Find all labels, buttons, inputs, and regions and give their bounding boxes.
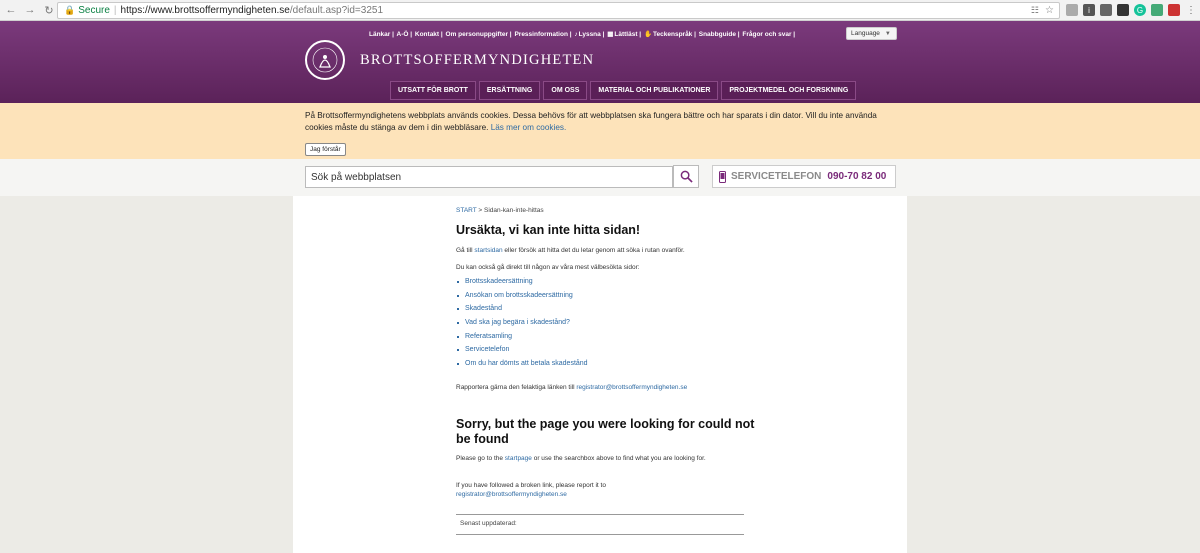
toplink-kontakt[interactable]: Kontakt | xyxy=(415,31,443,38)
intro-text: Gå till xyxy=(456,247,475,254)
breadcrumb: START > Sidan-kan-inte-hittas xyxy=(456,207,544,214)
registrator-email-link-en[interactable]: registrator@brottsoffermyndigheten.se xyxy=(456,491,567,498)
list-item[interactable]: Vad ska jag begära i skadestånd? xyxy=(457,319,588,333)
url-path: /default.asp?id=3251 xyxy=(289,5,384,16)
cookie-banner: På Brottsoffermyndighetens webbplats anv… xyxy=(0,103,1200,159)
list-item[interactable]: Om du har dömts att betala skadestånd xyxy=(457,360,588,374)
search-button[interactable] xyxy=(673,165,699,188)
language-dropdown[interactable]: Language ▼ xyxy=(846,27,897,40)
list-item[interactable]: Brottsskadeersättning xyxy=(457,278,588,292)
toplink-lankar[interactable]: Länkar | xyxy=(369,31,394,38)
list-item[interactable]: Referatsamling xyxy=(457,333,588,347)
toplink-teckensprak[interactable]: Teckenspråk | xyxy=(653,31,696,38)
service-phone[interactable]: SERVICETELEFON 090-70 82 00 xyxy=(712,165,896,188)
report-text: Rapportera gärna den felaktiga länken ti… xyxy=(456,384,577,391)
main-navigation: UTSATT FÖR BROTT ERSÄTTNING OM OSS MATER… xyxy=(390,81,859,100)
cookie-more-link[interactable]: Läs mer om cookies. xyxy=(491,123,567,132)
nav-material[interactable]: MATERIAL OCH PUBLIKATIONER xyxy=(590,81,719,100)
intro-text-rest: eller försök att hitta det du letar geno… xyxy=(502,247,685,254)
url-separator: | xyxy=(113,5,117,16)
back-arrow-icon[interactable]: ← xyxy=(3,2,19,18)
phone-icon xyxy=(719,170,726,183)
cookie-text: På Brottsoffermyndighetens webbplats anv… xyxy=(305,110,885,134)
reload-icon[interactable]: ↻ xyxy=(41,2,57,18)
address-bar[interactable]: 🔒 Secure | https://www.brottsoffermyndig… xyxy=(57,2,1060,19)
main-content: START > Sidan-kan-inte-hittas Ursäkta, v… xyxy=(293,196,907,553)
startsidan-link[interactable]: startsidan xyxy=(474,247,502,254)
cookie-message: På Brottsoffermyndighetens webbplats anv… xyxy=(305,111,877,132)
sign-language-icon: ✋ xyxy=(643,31,653,38)
extension-icon[interactable] xyxy=(1066,4,1078,16)
search-icon xyxy=(680,170,693,183)
service-phone-number: 090-70 82 00 xyxy=(827,171,887,182)
logo-wordmark[interactable]: BROTTSOFFERMYNDIGHETEN xyxy=(360,52,594,69)
page-title-sv: Ursäkta, vi kan inte hitta sidan! xyxy=(456,223,641,237)
lock-icon: 🔒 xyxy=(64,5,76,15)
toplink-fragor[interactable]: Frågor och svar | xyxy=(742,31,795,38)
intro-paragraph-en: Please go to the startpage or use the se… xyxy=(456,454,746,463)
divider xyxy=(456,514,744,515)
secure-label: Secure xyxy=(78,5,110,16)
report-paragraph-sv: Rapportera gärna den felaktiga länken ti… xyxy=(456,383,746,392)
page-title-en: Sorry, but the page you were looking for… xyxy=(456,417,755,446)
pdf-extension-icon[interactable] xyxy=(1168,4,1180,16)
language-label: Language xyxy=(851,30,880,37)
translate-extension-icon[interactable] xyxy=(1151,4,1163,16)
star-icon[interactable]: ☆ xyxy=(1045,5,1054,16)
service-phone-label: SERVICETELEFON xyxy=(731,171,822,182)
intro-text-en: Please go to the xyxy=(456,455,505,462)
translate-icon[interactable]: ☷ xyxy=(1031,5,1039,16)
nav-ersattning[interactable]: ERSÄTTNING xyxy=(478,81,541,100)
browser-toolbar: ← → ↻ 🔒 Secure | https://www.brottsoffer… xyxy=(0,0,1200,21)
report-text-en: If you have followed a broken link, plea… xyxy=(456,482,606,489)
registrator-email-link[interactable]: registrator@brottsoffermyndigheten.se xyxy=(576,384,687,391)
shield-extension-icon[interactable] xyxy=(1100,4,1112,16)
intro-text-en-rest: or use the searchbox above to find what … xyxy=(531,455,706,462)
list-item[interactable]: Skadestånd xyxy=(457,305,588,319)
grammarly-icon[interactable]: G xyxy=(1134,4,1146,16)
forward-arrow-icon[interactable]: → xyxy=(22,2,38,18)
breadcrumb-current: Sidan-kan-inte-hittas xyxy=(484,207,544,214)
top-links: Länkar | A-Ö | Kontakt | Om personuppgif… xyxy=(369,30,796,38)
divider xyxy=(456,534,744,535)
toplink-personuppgifter[interactable]: Om personuppgifter | xyxy=(446,31,512,38)
popular-pages-intro: Du kan också gå direkt till någon av vår… xyxy=(456,264,640,271)
menu-icon[interactable]: ⋮ xyxy=(1185,4,1197,16)
search-bar-area: Sök på webbplatsen SERVICETELEFON 090-70… xyxy=(0,159,1200,196)
evernote-extension-icon[interactable] xyxy=(1117,4,1129,16)
search-input[interactable]: Sök på webbplatsen xyxy=(305,166,673,188)
easy-read-icon: ▦ xyxy=(607,31,614,38)
site-header: Länkar | A-Ö | Kontakt | Om personuppgif… xyxy=(0,21,1200,103)
intro-paragraph-sv: Gå till startsidan eller försök att hitt… xyxy=(456,246,746,255)
caret-down-icon: ▼ xyxy=(884,30,891,37)
cookie-accept-button[interactable]: Jag förstår xyxy=(305,143,346,156)
toplink-pressinformation[interactable]: Pressinformation | xyxy=(514,31,571,38)
popular-pages-list: Brottsskadeersättning Ansökan om brottss… xyxy=(456,278,588,374)
speaker-icon: ♪ xyxy=(574,31,578,38)
breadcrumb-start[interactable]: START xyxy=(456,207,477,214)
info-extension-icon[interactable]: i xyxy=(1083,4,1095,16)
nav-om-oss[interactable]: OM OSS xyxy=(543,81,588,100)
nav-projektmedel[interactable]: PROJEKTMEDEL OCH FORSKNING xyxy=(721,81,857,100)
logo-emblem-icon[interactable] xyxy=(305,40,345,80)
startpage-link[interactable]: startpage xyxy=(505,455,532,462)
toplink-snabbguide[interactable]: Snabbguide | xyxy=(699,31,740,38)
last-updated: Senast uppdaterad: xyxy=(460,520,517,527)
toplink-a-o[interactable]: A-Ö | xyxy=(397,31,413,38)
toplink-lattlast[interactable]: Lättläst | xyxy=(614,31,641,38)
report-paragraph-en: If you have followed a broken link, plea… xyxy=(456,481,746,499)
breadcrumb-separator: > xyxy=(478,207,483,214)
list-item[interactable]: Servicetelefon xyxy=(457,346,588,360)
url-host: https://www.brottsoffermyndigheten.se xyxy=(120,5,290,16)
toplink-lyssna[interactable]: Lyssna | xyxy=(579,31,605,38)
list-item[interactable]: Ansökan om brottsskadeersättning xyxy=(457,292,588,306)
nav-utsatt-for-brott[interactable]: UTSATT FÖR BROTT xyxy=(390,81,476,100)
